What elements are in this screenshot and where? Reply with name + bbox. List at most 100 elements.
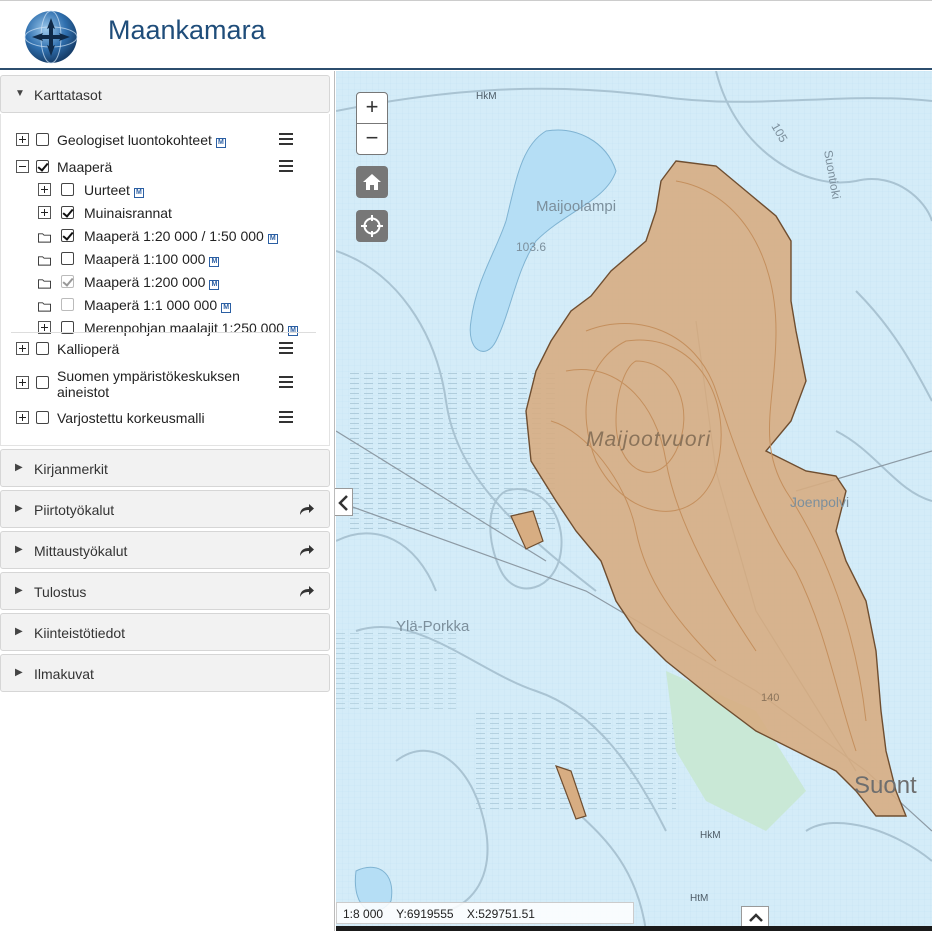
zoom-out-button[interactable]: − <box>356 123 388 155</box>
panel-title: Kiinteistötiedot <box>34 625 126 641</box>
expand-plus-icon[interactable] <box>16 376 29 389</box>
layer-checkbox[interactable] <box>36 133 49 146</box>
layer-checkbox[interactable] <box>36 411 49 424</box>
map-label-elev3: 140 <box>761 692 779 704</box>
metadata-icon[interactable]: M <box>209 280 220 290</box>
locate-icon <box>361 215 383 237</box>
sublayer-uurteet: Uurteet M <box>38 181 318 201</box>
home-icon <box>363 174 381 190</box>
panel-title: Mittaustyökalut <box>34 543 128 559</box>
layer-tree: Geologiset luontokohteet M Maaperä Uurtee… <box>0 114 330 446</box>
compass-globe-icon[interactable] <box>24 10 78 64</box>
panel-title: Piirtotyökalut <box>34 502 115 518</box>
sublayer-maapera-1000000: Maaperä 1:1 000 000 M <box>38 296 318 316</box>
caret-right-icon: ▶ <box>15 544 23 555</box>
layer-menu-icon[interactable] <box>279 133 293 145</box>
expand-bottom-button[interactable] <box>741 906 769 926</box>
map-view[interactable]: Maijoolampi Maijootvuori Ylä-Porkka Joen… <box>336 71 932 931</box>
folder-icon[interactable] <box>38 277 51 290</box>
panel-karttatasot-header[interactable]: ▼ Karttatasot <box>0 75 330 113</box>
map-label-hkm-bottom: HkM <box>700 830 721 841</box>
caret-right-icon: ▶ <box>15 462 23 473</box>
layer-label: Maaperä 1:20 000 / 1:50 000 M <box>84 228 278 244</box>
layer-group-maapera: Maaperä <box>16 158 316 178</box>
map-label-lake: Maijoolampi <box>536 198 616 215</box>
expand-plus-icon[interactable] <box>16 342 29 355</box>
layer-checkbox[interactable] <box>61 229 74 242</box>
metadata-icon[interactable]: M <box>209 257 220 267</box>
layer-checkbox[interactable] <box>61 206 74 219</box>
layer-label: Varjostettu korkeusmalli <box>57 410 205 426</box>
panel-title: Tulostus <box>34 584 87 600</box>
sublayer-maapera-200000: Maaperä 1:200 000 M <box>38 273 318 293</box>
app-header: Maankamara <box>0 0 932 70</box>
home-button[interactable] <box>356 166 388 198</box>
share-arrow-icon[interactable] <box>297 541 315 559</box>
layer-label: Maaperä <box>57 159 113 175</box>
layer-checkbox[interactable] <box>36 376 49 389</box>
layer-checkbox-disabled[interactable] <box>61 298 74 311</box>
layer-label: Kallioperä <box>57 341 120 357</box>
caret-right-icon: ▶ <box>15 626 23 637</box>
share-arrow-icon[interactable] <box>297 582 315 600</box>
map-label-hill: Maijootvuori <box>586 428 712 451</box>
app-title: Maankamara <box>108 15 266 45</box>
chevron-up-icon <box>749 913 763 922</box>
metadata-icon[interactable]: M <box>221 303 232 313</box>
map-label-elev1: 103.6 <box>516 240 546 254</box>
layer-label: Maaperä 1:100 000 M <box>84 251 220 267</box>
expand-plus-icon[interactable] <box>38 183 51 196</box>
layer-checkbox[interactable] <box>36 342 49 355</box>
layer-label: Suomen ympäristökeskuksen aineistot <box>57 368 240 400</box>
panel-mittaustyokalut[interactable]: ▶ Mittaustyökalut <box>0 531 330 569</box>
layer-menu-icon[interactable] <box>279 411 293 423</box>
panel-title: Kirjanmerkit <box>34 461 108 477</box>
sublayer-merenpohjan: Merenpohjan maalajit 1:250 000 M <box>38 319 323 339</box>
coordinate-readout: 1:8 000 Y:6919555 X:529751.51 <box>336 902 634 924</box>
folder-icon[interactable] <box>38 300 51 313</box>
layer-checkbox[interactable] <box>61 183 74 196</box>
scale-readout: 1:8 000 <box>343 907 384 921</box>
topographic-map[interactable]: Maijoolampi Maijootvuori Ylä-Porkka Joen… <box>336 71 932 931</box>
zoom-in-button[interactable]: + <box>356 92 388 124</box>
folder-icon[interactable] <box>38 254 51 267</box>
layer-group-kallioperä: Kallioperä <box>16 340 316 360</box>
layer-menu-icon[interactable] <box>279 376 293 388</box>
caret-right-icon: ▶ <box>15 585 23 596</box>
layer-checkbox-disabled[interactable] <box>61 275 74 288</box>
panel-tulostus[interactable]: ▶ Tulostus <box>0 572 330 610</box>
panel-title: Karttatasot <box>34 87 102 103</box>
panel-piirtotyokalut[interactable]: ▶ Piirtotyökalut <box>0 490 330 528</box>
metadata-icon[interactable]: M <box>288 326 299 336</box>
layer-label: Muinaisrannat <box>84 205 172 221</box>
panel-kirjanmerkit[interactable]: ▶ Kirjanmerkit <box>0 449 330 487</box>
layer-label: Maaperä 1:200 000 M <box>84 274 220 290</box>
caret-right-icon: ▶ <box>15 667 23 678</box>
layer-menu-icon[interactable] <box>279 342 293 354</box>
layer-menu-icon[interactable] <box>279 160 293 172</box>
locate-button[interactable] <box>356 210 388 242</box>
expand-plus-icon[interactable] <box>16 133 29 146</box>
x-coordinate: X:529751.51 <box>466 907 535 921</box>
expand-plus-icon[interactable] <box>16 411 29 424</box>
share-arrow-icon[interactable] <box>297 500 315 518</box>
collapse-minus-icon[interactable] <box>16 160 29 173</box>
map-label-htm: HtM <box>690 893 708 904</box>
layer-checkbox[interactable] <box>61 252 74 265</box>
panel-kiinteistotiedot[interactable]: ▶ Kiinteistötiedot <box>0 613 330 651</box>
map-label-hkm-top: HkM <box>476 91 497 102</box>
y-coordinate: Y:6919555 <box>396 907 454 921</box>
metadata-icon[interactable]: M <box>215 138 226 148</box>
map-label-town: Suont <box>854 772 917 799</box>
sublayer-muinaisrannat: Muinaisrannat <box>38 204 318 224</box>
caret-right-icon: ▶ <box>15 503 23 514</box>
folder-icon[interactable] <box>38 231 51 244</box>
panel-ilmakuvat[interactable]: ▶ Ilmakuvat <box>0 654 330 692</box>
layer-checkbox[interactable] <box>36 160 49 173</box>
metadata-icon[interactable]: M <box>267 234 278 244</box>
metadata-icon[interactable]: M <box>133 188 144 198</box>
collapse-sidebar-button[interactable] <box>335 488 353 516</box>
map-label-village-west: Ylä-Porkka <box>396 618 470 635</box>
expand-plus-icon[interactable] <box>38 206 51 219</box>
sublayer-maapera-100000: Maaperä 1:100 000 M <box>38 250 318 270</box>
